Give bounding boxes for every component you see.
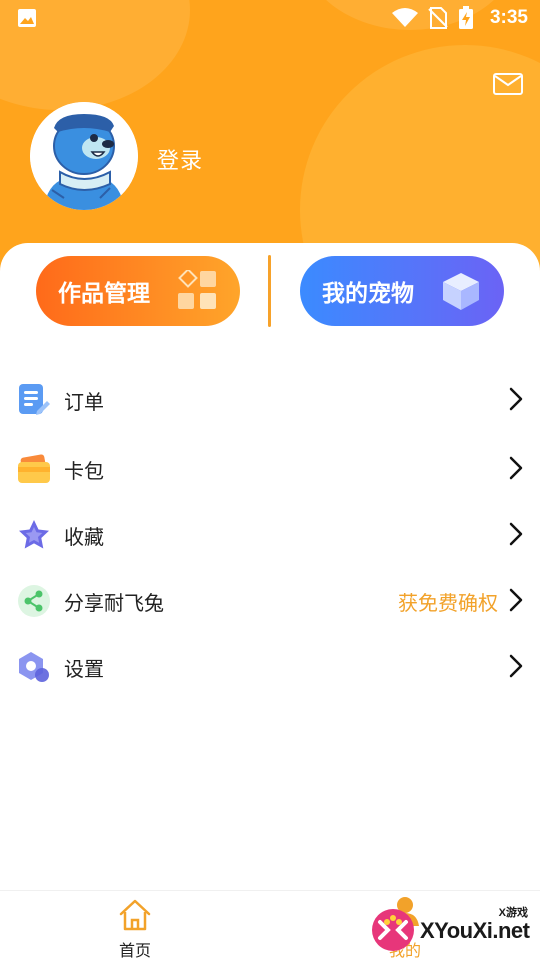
quick-actions-divider (268, 255, 271, 327)
status-bar: 3:35 (0, 0, 540, 36)
image-notification-icon (18, 9, 36, 27)
watermark-logo-icon (372, 909, 414, 951)
share-icon (18, 585, 50, 617)
chevron-right-icon (509, 522, 523, 546)
menu-item-label: 卡包 (64, 461, 104, 483)
status-time: 3:35 (489, 7, 528, 28)
tab-home-label: 首页 (118, 943, 151, 960)
wallet-icon (18, 454, 50, 483)
chevron-right-icon (509, 588, 523, 612)
menu-item-share[interactable]: 分享耐飞兔 获免费确权 (0, 567, 540, 633)
works-management-button[interactable]: 作品管理 (36, 256, 240, 326)
mail-icon[interactable] (493, 73, 523, 95)
login-link[interactable]: 登录 (157, 143, 203, 175)
chevron-right-icon (509, 387, 523, 411)
menu-item-settings[interactable]: 设置 (0, 633, 540, 699)
tab-home[interactable]: 首页 (95, 891, 175, 961)
menu-item-label: 收藏 (64, 527, 104, 549)
cube-icon (443, 273, 479, 310)
works-management-label: 作品管理 (58, 280, 150, 306)
menu-item-label: 分享耐飞兔 (64, 593, 164, 615)
my-pet-label: 我的宠物 (322, 280, 414, 306)
free-rights-label: 获免费确权 (398, 593, 498, 615)
watermark-site: XYouXi.net (420, 918, 530, 943)
no-sim-icon (428, 7, 448, 29)
star-icon (19, 520, 49, 549)
watermark-tag: X游戏 (498, 907, 528, 919)
chevron-right-icon (509, 456, 523, 480)
order-icon (19, 384, 50, 415)
my-pet-button[interactable]: 我的宠物 (300, 256, 504, 326)
avatar[interactable] (30, 102, 138, 210)
grid-icon (178, 270, 216, 309)
menu-item-wallet[interactable]: 卡包 (0, 435, 540, 501)
battery-charging-icon (459, 6, 473, 29)
menu-item-favorites[interactable]: 收藏 (0, 501, 540, 567)
home-icon (119, 899, 151, 931)
watermark: XYouXi.net X游戏 (368, 898, 540, 960)
wifi-icon (392, 8, 418, 27)
chevron-right-icon (509, 654, 523, 678)
avatar-mascot-icon (30, 102, 138, 210)
settings-icon (19, 652, 49, 682)
menu-item-order[interactable]: 订单 (0, 366, 540, 432)
menu-item-label: 设置 (64, 659, 104, 681)
menu-item-label: 订单 (64, 392, 104, 414)
